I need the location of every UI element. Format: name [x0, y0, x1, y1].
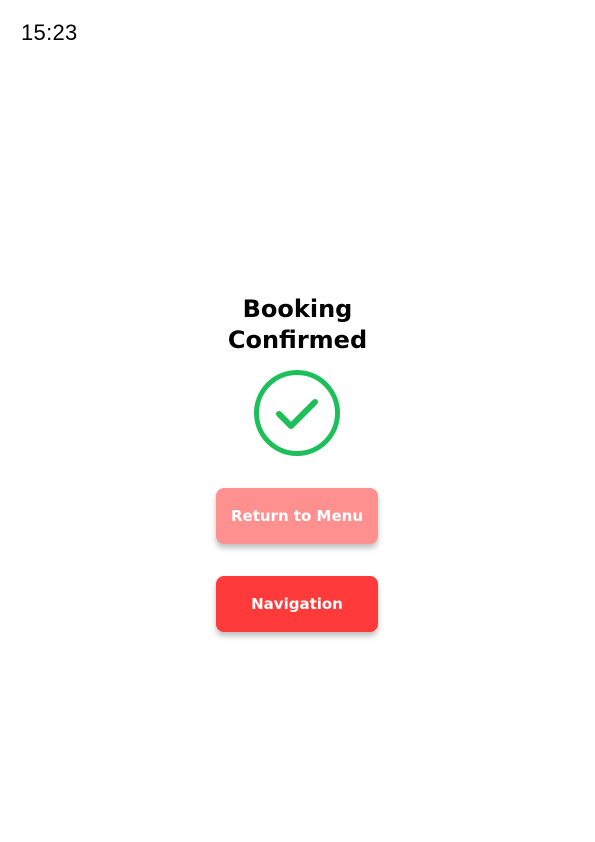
status-bar-time: 15:23 — [21, 20, 78, 45]
check-circle-icon — [254, 370, 340, 456]
page-title: Booking Confirmed — [0, 294, 595, 356]
navigation-button[interactable]: Navigation — [216, 576, 378, 632]
title-line-1: Booking — [242, 295, 353, 323]
title-line-2: Confirmed — [227, 326, 368, 354]
return-to-menu-button[interactable]: Return to Menu — [216, 488, 378, 544]
